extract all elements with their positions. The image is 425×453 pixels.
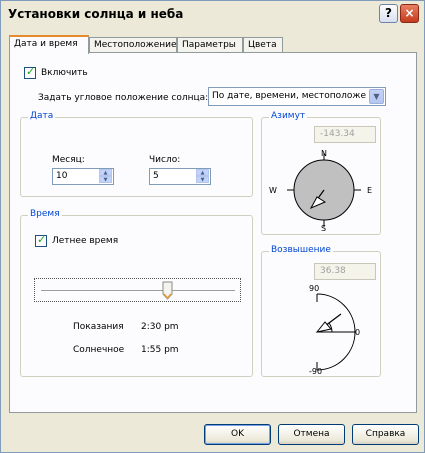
- clock-time-label: Показания: [73, 322, 124, 332]
- month-stepper[interactable]: 10 ▲ ▼: [52, 168, 114, 185]
- decrement-icon[interactable]: ▼: [99, 176, 112, 183]
- dst-label: Летнее время: [52, 236, 119, 246]
- chevron-down-icon[interactable]: ▼: [369, 89, 384, 104]
- time-group: Время Летнее время Показания 2:30 pm Сол…: [20, 209, 253, 377]
- solar-time-value: 1:55 pm: [141, 345, 179, 355]
- sun-position-value: По дате, времени, местоположе: [212, 91, 367, 101]
- tab-panel: Включить Задать угловое положение солнца…: [9, 52, 417, 413]
- cancel-button[interactable]: Отмена: [278, 424, 345, 445]
- tab-colors[interactable]: Цвета: [243, 37, 283, 53]
- decrement-icon[interactable]: ▼: [196, 176, 209, 183]
- elevation-readout: 36.38: [314, 263, 376, 280]
- solar-time-label: Солнечное: [73, 345, 125, 355]
- tab-location[interactable]: Местоположение: [89, 37, 177, 53]
- tab-date-time[interactable]: Дата и время: [9, 35, 89, 54]
- elevation-dial[interactable]: 90 -90 0: [267, 282, 377, 376]
- time-slider[interactable]: [34, 278, 241, 302]
- elevation-zero-label: 0: [355, 328, 360, 337]
- day-stepper[interactable]: 5 ▲ ▼: [149, 168, 211, 185]
- elevation-90-label: 90: [309, 284, 319, 293]
- elevation-group: Возвышение 36.38 90 -90 0: [261, 245, 381, 377]
- slider-thumb[interactable]: [162, 281, 173, 300]
- date-group: Дата Месяц: 10 ▲ ▼ Число: 5 ▲ ▼: [20, 111, 253, 197]
- azimuth-value: -143.34: [320, 129, 355, 139]
- enable-checkbox[interactable]: [24, 65, 36, 79]
- day-value: 5: [153, 171, 159, 181]
- day-label: Число:: [149, 155, 181, 165]
- azimuth-compass[interactable]: N S W E: [267, 146, 377, 232]
- elevation-minus90-label: -90: [309, 367, 322, 376]
- slider-track: [41, 290, 235, 292]
- azimuth-group: Азимут -143.34 N S W E: [261, 111, 381, 235]
- close-button[interactable]: ×: [400, 4, 419, 23]
- title-bar: Установки солнца и неба ? ×: [1, 1, 424, 27]
- time-group-title: Время: [28, 209, 62, 219]
- compass-east-label: E: [367, 186, 372, 195]
- increment-icon[interactable]: ▲: [99, 169, 112, 176]
- help-icon: ?: [385, 6, 392, 20]
- close-icon: ×: [404, 6, 415, 20]
- clock-time-value: 2:30 pm: [141, 322, 179, 332]
- sun-position-select[interactable]: По дате, времени, местоположе ▼: [208, 87, 386, 106]
- help-button[interactable]: Справка: [352, 424, 419, 445]
- date-group-title: Дата: [28, 111, 56, 121]
- ok-button[interactable]: OK: [204, 424, 271, 445]
- elevation-value: 36.38: [320, 266, 346, 276]
- azimuth-readout: -143.34: [314, 126, 376, 143]
- compass-west-label: W: [269, 186, 277, 195]
- month-value: 10: [56, 171, 68, 181]
- enable-label: Включить: [41, 68, 88, 78]
- elevation-group-title: Возвышение: [269, 245, 333, 255]
- window-title: Установки солнца и неба: [8, 7, 184, 21]
- month-label: Месяц:: [52, 155, 85, 165]
- azimuth-group-title: Азимут: [269, 111, 308, 121]
- tab-parameters[interactable]: Параметры: [177, 37, 243, 53]
- increment-icon[interactable]: ▲: [196, 169, 209, 176]
- sun-position-label: Задать угловое положение солнца:: [38, 93, 209, 103]
- dst-checkbox[interactable]: [35, 233, 47, 247]
- help-title-button[interactable]: ?: [379, 4, 398, 23]
- dialog-window: Установки солнца и неба ? × Дата и время…: [0, 0, 425, 453]
